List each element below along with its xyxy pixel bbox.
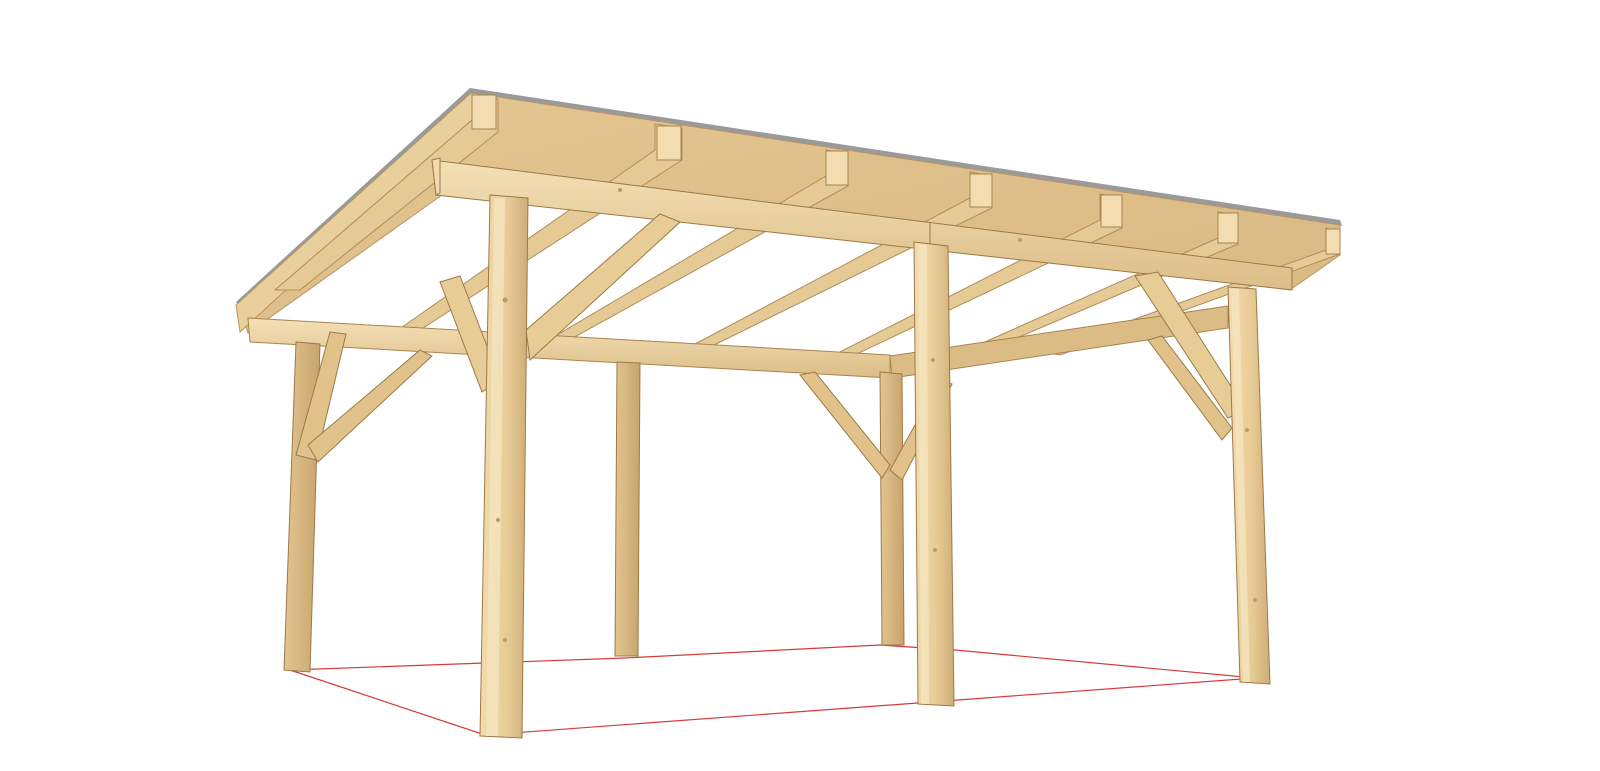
rafter-end xyxy=(656,125,682,161)
ground-footprint-outline xyxy=(289,644,1256,736)
knot xyxy=(931,358,935,362)
knot xyxy=(502,297,508,303)
knot xyxy=(933,548,937,552)
knot xyxy=(1018,238,1022,242)
knot xyxy=(1253,598,1257,602)
knot xyxy=(503,638,507,642)
rafter-end xyxy=(1100,194,1123,228)
knot xyxy=(618,188,622,192)
back-beam xyxy=(247,317,891,379)
back-right-post xyxy=(879,371,905,646)
rafter-end xyxy=(1217,212,1239,244)
back-middle-post xyxy=(614,361,641,657)
rafter-end xyxy=(969,173,993,208)
rafter-end xyxy=(1325,228,1341,255)
rafter-end xyxy=(825,150,849,186)
carport-3d-render xyxy=(235,88,1342,739)
roof-fascia-left xyxy=(235,90,473,334)
brace xyxy=(799,371,891,479)
rafter-end xyxy=(471,94,497,130)
knot xyxy=(496,518,500,522)
knot xyxy=(1245,428,1249,432)
